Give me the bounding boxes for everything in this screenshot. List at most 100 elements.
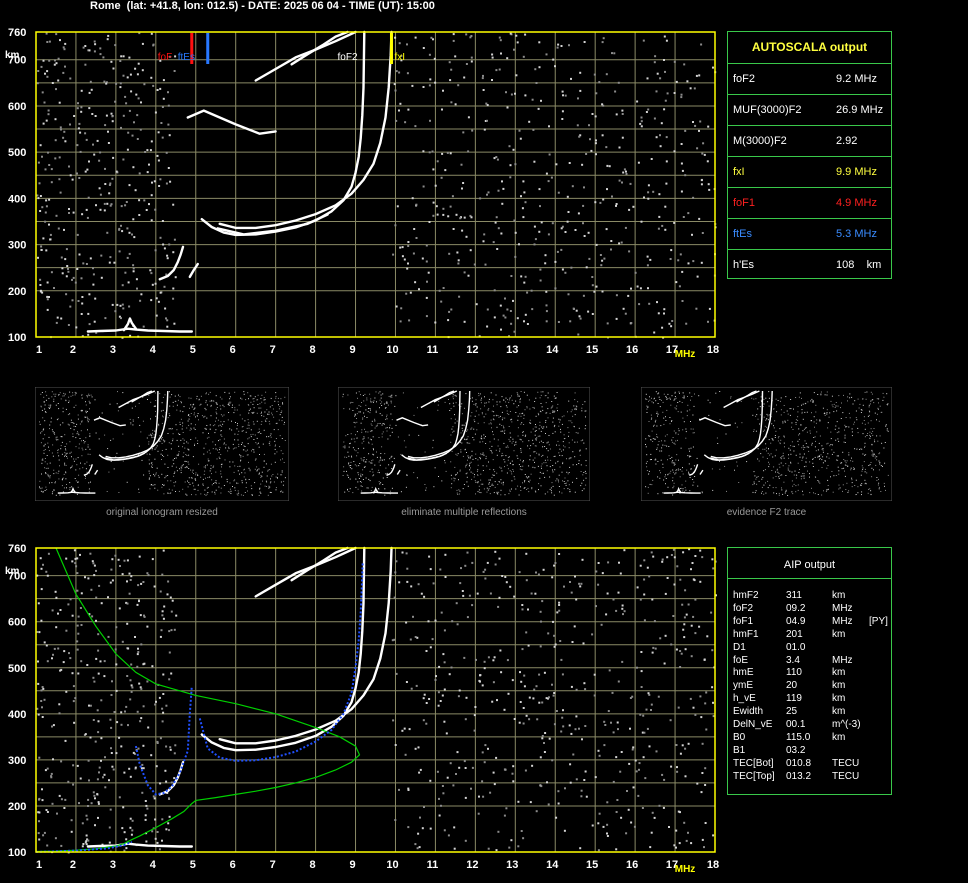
thumb-noise-dot — [39, 487, 41, 489]
noise-dot — [63, 48, 66, 51]
thumb-noise-dot — [162, 396, 164, 398]
thumb-noise-dot — [55, 404, 57, 406]
thumb-noise-dot — [585, 425, 587, 427]
noise-dot — [149, 149, 152, 152]
thumb-noise-dot — [541, 406, 543, 408]
thumb-noise-dot — [135, 405, 136, 407]
thumb-noise-dot — [256, 399, 258, 401]
noise-dot — [417, 832, 420, 835]
thumb-noise-dot — [850, 467, 852, 469]
noise-dot — [484, 577, 487, 580]
noise-dot — [39, 557, 42, 560]
thumb-noise-dot — [344, 447, 346, 449]
thumb-noise-dot — [864, 442, 866, 444]
thumb-noise-dot — [502, 455, 504, 456]
noise-dot — [44, 220, 47, 223]
noise-dot — [455, 773, 457, 775]
thumb-noise-dot — [826, 391, 828, 393]
ionogram-top-chart: foF ftEs foF2 fxI100200300400500600700760km… — [5, 27, 719, 360]
noise-dot — [409, 291, 412, 294]
thumb-noise-dot — [365, 477, 367, 479]
noise-dot — [648, 302, 651, 305]
thumb-noise-dot — [491, 450, 492, 452]
thumb-noise-dot — [218, 452, 220, 453]
noise-dot — [685, 839, 688, 842]
thumb-noise-dot — [813, 492, 814, 494]
noise-dot — [677, 259, 680, 262]
thumb-noise-dot — [665, 474, 666, 476]
thumb-noise-dot — [768, 405, 770, 407]
thumb-noise-dot — [277, 401, 279, 403]
thumb-noise-dot — [552, 469, 553, 471]
thumb-noise-dot — [648, 435, 650, 437]
noise-dot — [112, 67, 115, 70]
noise-dot — [554, 65, 556, 68]
thumb-noise-dot — [117, 410, 119, 412]
thumb-noise-dot — [489, 479, 491, 481]
thumb-frame — [338, 387, 590, 501]
thumb-noise-dot — [579, 450, 581, 452]
noise-dot — [119, 82, 122, 85]
thumb-noise-dot — [73, 458, 75, 460]
thumb-noise-dot — [502, 417, 504, 419]
noise-dot — [134, 67, 137, 70]
thumb-noise-dot — [178, 453, 180, 455]
thumb-noise-dot — [477, 422, 479, 424]
noise-dot — [643, 559, 646, 562]
thumb-noise-dot — [671, 456, 673, 458]
thumb-noise-dot — [783, 435, 785, 437]
noise-dot — [601, 259, 604, 262]
thumb-noise-dot — [782, 465, 784, 467]
thumb-noise-dot — [346, 456, 348, 458]
thumb-noise-dot — [232, 404, 233, 406]
noise-dot — [704, 784, 707, 786]
thumb-noise-dot — [543, 426, 545, 428]
thumb-noise-dot — [276, 451, 278, 453]
thumb-noise-dot — [771, 470, 773, 471]
thumb-noise-dot — [798, 444, 800, 446]
noise-dot — [151, 830, 154, 833]
thumb-noise-dot — [215, 411, 217, 413]
noise-dot — [583, 186, 585, 189]
thumb-noise-dot — [268, 487, 270, 489]
thumb-noise-dot — [509, 489, 511, 491]
thumb-noise-dot — [481, 453, 483, 455]
noise-dot — [146, 572, 149, 575]
thumb-noise-dot — [372, 471, 374, 473]
thumb-noise-dot — [480, 458, 481, 460]
thumb-noise-dot — [480, 492, 482, 494]
thumb-noise-dot — [812, 466, 814, 467]
thumb-noise-dot — [559, 419, 561, 421]
thumb-noise-dot — [360, 473, 362, 475]
thumb-noise-dot — [821, 467, 823, 468]
noise-dot — [470, 216, 473, 219]
thumb-noise-dot — [510, 436, 512, 438]
thumb-noise-dot — [682, 392, 684, 394]
noise-dot — [88, 49, 91, 52]
thumb-noise-dot — [171, 465, 173, 467]
thumb-noise-dot — [761, 486, 763, 488]
noise-dot — [149, 269, 152, 272]
thumb-noise-dot — [172, 459, 174, 461]
noise-dot — [513, 718, 516, 720]
thumb-noise-dot — [89, 433, 91, 435]
noise-dot — [47, 109, 50, 112]
noise-dot — [459, 582, 462, 585]
thumb-noise-dot — [192, 469, 194, 471]
thumb-noise-dot — [244, 420, 246, 422]
thumb-noise-dot — [763, 403, 765, 405]
noise-dot — [89, 704, 92, 707]
thumb-noise-dot — [660, 425, 662, 427]
thumb-noise-dot — [846, 464, 848, 466]
thumb-noise-dot — [263, 415, 265, 417]
noise-dot — [600, 264, 603, 267]
thumb-noise-dot — [674, 462, 676, 464]
noise-dot — [76, 144, 79, 147]
thumb-noise-dot — [504, 429, 506, 431]
thumb-noise-dot — [803, 477, 805, 479]
noise-dot — [42, 122, 45, 125]
noise-dot — [452, 39, 455, 42]
noise-dot — [395, 305, 398, 308]
thumb-noise-dot — [454, 394, 456, 396]
thumb-noise-dot — [669, 397, 671, 399]
